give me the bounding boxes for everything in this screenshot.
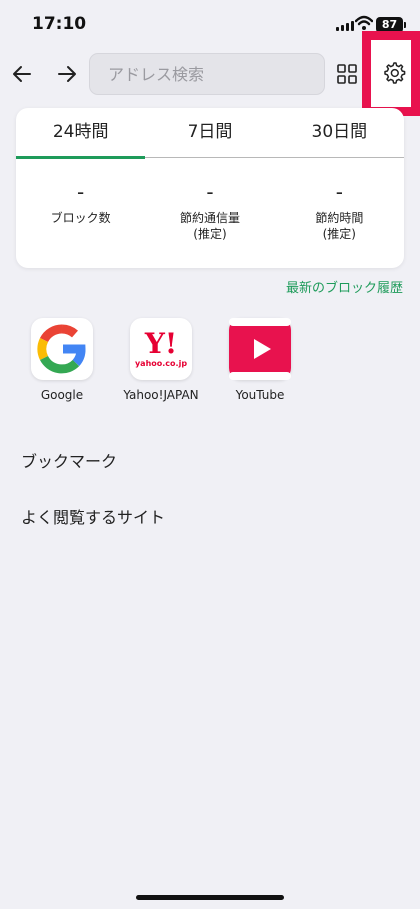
tabs-grid-icon[interactable]	[336, 63, 358, 85]
arrow-left-icon	[13, 66, 31, 82]
stat-sublabel: (推定)	[322, 227, 356, 241]
status-bar: 17:10 87	[0, 0, 420, 48]
frequent-sites-section[interactable]: よく閲覧するサイト	[21, 504, 165, 528]
tab-7d[interactable]: 7日間	[145, 108, 274, 157]
stat-time-saved: - 節約時間 (推定)	[275, 178, 404, 242]
google-icon	[31, 318, 93, 380]
yahoo-japan-icon: Y! yahoo.co.jp	[130, 318, 192, 380]
latest-block-history-link[interactable]: 最新のブロック履歴	[286, 277, 403, 296]
shortcut-google[interactable]: Google	[14, 318, 110, 402]
selected-tab-indicator	[16, 156, 145, 159]
shortcut-youtube[interactable]: YouTube	[212, 318, 308, 402]
tab-30d[interactable]: 30日間	[275, 108, 404, 157]
stat-data-saved: - 節約通信量 (推定)	[145, 178, 274, 242]
status-time: 17:10	[32, 14, 87, 34]
stat-sublabel: (推定)	[193, 227, 227, 241]
stats-row: - ブロック数 - 節約通信量 (推定) - 節約時間 (推定)	[16, 158, 404, 242]
forward-button[interactable]	[55, 62, 79, 86]
wifi-icon	[355, 15, 373, 30]
home-indicator	[136, 895, 284, 900]
browser-toolbar	[0, 52, 420, 96]
gear-icon[interactable]	[381, 60, 407, 86]
youtube-icon	[229, 318, 291, 380]
stat-blocked-count: - ブロック数	[16, 178, 145, 242]
shortcut-yahoo-japan[interactable]: Y! yahoo.co.jp Yahoo!JAPAN	[113, 318, 209, 402]
stat-value: -	[335, 180, 343, 204]
stat-label: 節約時間	[315, 211, 364, 225]
bookmarks-section[interactable]: ブックマーク	[21, 448, 117, 472]
stat-label: 節約通信量	[179, 211, 240, 225]
yahoo-logo-text: Y!	[144, 327, 178, 360]
arrow-right-icon	[58, 66, 76, 82]
address-search-input[interactable]	[89, 53, 325, 95]
stat-label: ブロック数	[50, 211, 111, 225]
period-tabs: 24時間 7日間 30日間	[16, 108, 404, 159]
blocking-stats-card: 24時間 7日間 30日間 - ブロック数 - 節約通信量 (推定) - 節約時…	[16, 108, 404, 268]
back-button[interactable]	[10, 62, 34, 86]
yahoo-logo-subtext: yahoo.co.jp	[134, 359, 188, 368]
shortcut-label: Google	[40, 388, 84, 402]
cellular-signal-icon	[336, 20, 354, 31]
stat-value: -	[206, 180, 214, 204]
stat-value: -	[77, 180, 85, 204]
tab-24h[interactable]: 24時間	[16, 108, 145, 157]
shortcut-label: YouTube	[235, 388, 285, 402]
shortcut-label: Yahoo!JAPAN	[123, 388, 199, 402]
